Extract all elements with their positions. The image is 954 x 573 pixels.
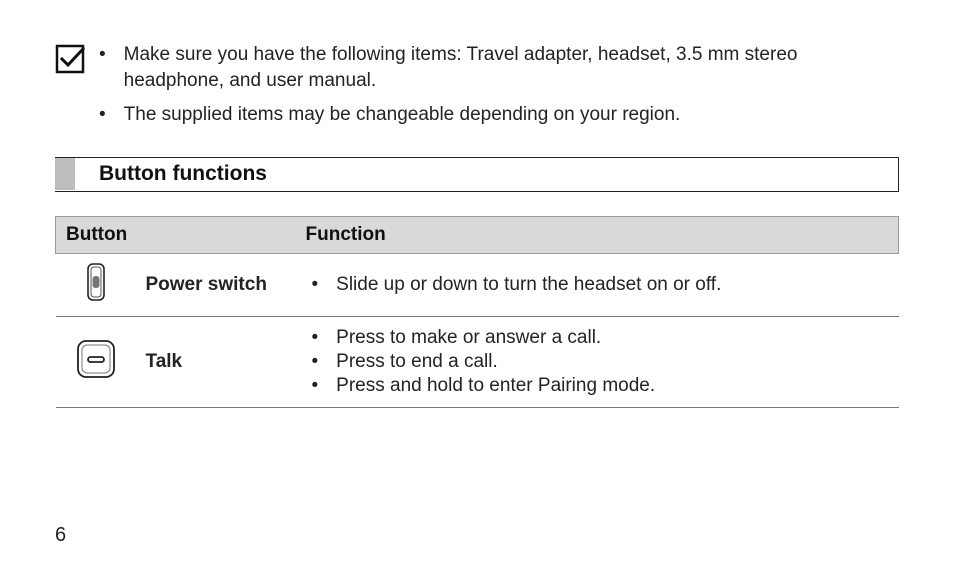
talk-button-icon — [75, 364, 117, 385]
row-icon-cell — [56, 253, 136, 316]
note-block: Make sure you have the following items: … — [55, 42, 899, 137]
section-title: Button functions — [75, 162, 267, 186]
function-text: Slide up or down to turn the headset on … — [336, 274, 721, 296]
checkmark-box-icon — [55, 44, 85, 74]
note-text: Make sure you have the following items: … — [124, 42, 899, 94]
note-text: The supplied items may be changeable dep… — [124, 102, 681, 128]
function-item: Slide up or down to turn the headset on … — [306, 274, 889, 296]
table-row: Talk Press to make or answer a call. Pre… — [56, 316, 899, 407]
row-icon-cell — [56, 316, 136, 407]
page-number: 6 — [55, 524, 66, 547]
section-heading: Button functions — [55, 157, 899, 192]
power-switch-icon — [86, 286, 106, 307]
button-functions-table: Button Function Power switch — [55, 216, 899, 408]
function-item: Press and hold to enter Pairing mode. — [306, 375, 889, 397]
note-item: Make sure you have the following items: … — [99, 42, 899, 94]
heading-tab-icon — [55, 158, 75, 190]
row-function-cell: Press to make or answer a call. Press to… — [296, 316, 899, 407]
function-item: Press to make or answer a call. — [306, 327, 889, 349]
function-text: Press to end a call. — [336, 351, 498, 373]
row-label: Talk — [136, 316, 296, 407]
note-list: Make sure you have the following items: … — [99, 42, 899, 137]
function-text: Press to make or answer a call. — [336, 327, 601, 349]
function-text: Press and hold to enter Pairing mode. — [336, 375, 655, 397]
function-item: Press to end a call. — [306, 351, 889, 373]
manual-page: Make sure you have the following items: … — [0, 0, 954, 573]
table-row: Power switch Slide up or down to turn th… — [56, 253, 899, 316]
row-label: Power switch — [136, 253, 296, 316]
note-item: The supplied items may be changeable dep… — [99, 102, 899, 128]
function-list: Press to make or answer a call. Press to… — [306, 327, 889, 397]
col-header-button: Button — [56, 216, 296, 253]
row-function-cell: Slide up or down to turn the headset on … — [296, 253, 899, 316]
col-header-function: Function — [296, 216, 899, 253]
function-list: Slide up or down to turn the headset on … — [306, 274, 889, 296]
table-header-row: Button Function — [56, 216, 899, 253]
